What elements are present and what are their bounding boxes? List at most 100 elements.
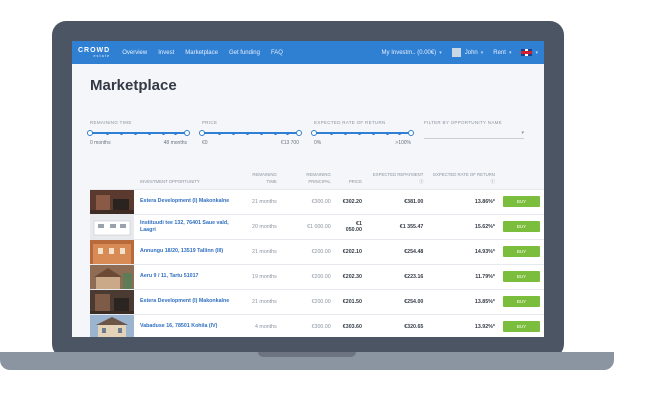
property-thumbnail[interactable] [90, 288, 136, 314]
language-menu[interactable]: ▾ [521, 49, 538, 56]
remaining-principal: €200.00 [280, 238, 335, 264]
slider-max-handle[interactable] [408, 130, 414, 136]
opportunity-name[interactable]: Instituudi tee 132, 76401 Saue vald, Laa… [136, 213, 238, 239]
expected-return: 13.92%* [427, 313, 499, 337]
property-thumbnail[interactable] [90, 188, 136, 214]
slider-track [90, 132, 187, 134]
expected-return: 15.62%* [427, 213, 499, 239]
price: €1 050.00 [334, 213, 366, 239]
laptop-screen: CROWD estate Overview Invest Marketplace… [72, 41, 544, 337]
slider-tick [246, 131, 249, 135]
action-cell: BUY [498, 263, 544, 289]
range-max: 48 months [163, 140, 187, 146]
slider-track [314, 132, 411, 134]
range-max: €13 700 [280, 140, 299, 146]
slider-tick [260, 131, 263, 135]
nav-overview[interactable]: Overview [122, 50, 147, 56]
nav-get-funding[interactable]: Get funding [229, 50, 260, 56]
user-menu[interactable]: John ▾ [451, 48, 484, 57]
logo-subtext: estate [93, 53, 111, 58]
remaining-principal: €200.00 [280, 288, 335, 314]
col-investment-opportunity[interactable]: INVESTMENT OPPORTUNITY [136, 167, 238, 189]
expected-repayment: €320.65 [365, 313, 428, 337]
col-expected-repayment[interactable]: EXPECTED REPAYMENT ⓘ [366, 167, 427, 189]
nav-marketplace[interactable]: Marketplace [185, 50, 218, 56]
col-expected-return[interactable]: EXPECTED RATE OF RETURN ⓘ [427, 167, 499, 189]
investor-menu[interactable]: My Investm.. (0.00€) ▾ [382, 50, 442, 56]
chevron-down-icon: ▾ [535, 49, 538, 56]
slider-tick [372, 131, 375, 135]
opportunity-name[interactable]: Vabaduse 16, 78501 Kohila (IV) [136, 313, 238, 337]
expected-repayment: €381.00 [365, 188, 428, 214]
slider-tick [148, 131, 151, 135]
buy-button[interactable]: BUY [503, 321, 540, 333]
remaining-time: 4 months [238, 313, 281, 337]
opportunity-select[interactable]: ▾ [424, 127, 524, 139]
filter-label: EXPECTED RATE OF RETURN [314, 120, 386, 125]
nav-faq[interactable]: FAQ [271, 50, 283, 56]
laptop-notch [258, 352, 356, 357]
opportunity-name[interactable]: Estera Development (I) Makonkalne [136, 288, 238, 314]
remaining-time: 21 months [238, 288, 281, 314]
expected-return: 13.86%* [427, 188, 499, 214]
chevron-down-icon: ▾ [480, 49, 484, 56]
filter-label: FILTER BY OPPORTUNITY NAME [424, 120, 502, 125]
role-menu[interactable]: Rent ▾ [493, 50, 511, 56]
action-cell: BUY [498, 238, 544, 264]
opportunity-name[interactable]: Annungu 18/20, 13519 Tallinn (III) [136, 238, 238, 264]
slider-tick [398, 131, 401, 135]
action-cell: BUY [498, 213, 544, 239]
role-label: Rent [493, 49, 506, 56]
col-price[interactable]: PRICE [335, 167, 366, 189]
buy-button[interactable]: BUY [503, 271, 540, 282]
slider-tick [344, 131, 347, 135]
slider-min-handle[interactable] [199, 130, 205, 136]
slider-min-handle[interactable] [87, 130, 93, 136]
remaining-time-slider[interactable] [87, 130, 190, 136]
property-thumbnail[interactable] [90, 213, 136, 239]
range-min: €0 [202, 140, 208, 146]
price-filter: PRICE €0 €13 700 [199, 120, 302, 146]
price: €202.30 [334, 263, 366, 289]
chevron-down-icon: ▾ [521, 130, 524, 136]
opportunity-name[interactable]: Aeru 9 / 11, Tartu 51017 [136, 263, 238, 289]
col-remaining-principal[interactable]: REMAINING PRINCIPAL [281, 167, 335, 189]
price: €202.10 [334, 238, 366, 264]
slider-min-handle[interactable] [311, 130, 317, 136]
expected-repayment: €223.16 [365, 263, 428, 289]
range-values: 0 months 48 months [90, 140, 187, 146]
table-row: Aeru 9 / 11, Tartu 51017 19 months €200.… [90, 263, 544, 289]
expected-repayment: €254.00 [365, 288, 428, 314]
slider-max-handle[interactable] [296, 130, 302, 136]
slider-tick [386, 131, 389, 135]
investor-label: My Investm.. (0.00€) [381, 49, 437, 56]
range-max: >100% [395, 140, 411, 146]
buy-button[interactable]: BUY [503, 221, 540, 232]
buy-button[interactable]: BUY [503, 246, 540, 257]
building-photo-icon [90, 289, 134, 314]
range-min: 0% [314, 140, 322, 146]
col-remaining-time[interactable]: REMAINING TIME [238, 167, 281, 189]
table-row: Estera Development (I) Makonkalne 21 mon… [90, 288, 544, 314]
return-filter: EXPECTED RATE OF RETURN 0% >100% [311, 120, 414, 146]
crowdestate-logo[interactable]: CROWD estate [78, 47, 110, 58]
slider-max-handle[interactable] [184, 130, 190, 136]
opportunity-filter: FILTER BY OPPORTUNITY NAME ▾ [424, 120, 524, 139]
property-thumbnail[interactable] [90, 313, 136, 337]
filters-bar: REMAINING TIME 0 months 48 months PRICE … [72, 108, 544, 158]
expected-repayment: €254.48 [365, 238, 428, 264]
uk-flag-icon [521, 49, 533, 56]
nav-invest[interactable]: Invest [158, 50, 174, 56]
buy-button[interactable]: BUY [503, 196, 540, 207]
col-image [90, 167, 136, 189]
price-slider[interactable] [199, 130, 302, 136]
property-thumbnail[interactable] [90, 238, 136, 264]
laptop-mockup: CROWD estate Overview Invest Marketplace… [0, 0, 654, 414]
opportunity-name[interactable]: Estera Development (I) Makonkalne [136, 188, 238, 214]
buy-button[interactable]: BUY [503, 296, 540, 307]
slider-tick [286, 131, 289, 135]
return-slider[interactable] [311, 130, 414, 136]
remaining-principal: €200.00 [280, 263, 335, 289]
price: €303.60 [334, 313, 366, 337]
property-thumbnail[interactable] [90, 263, 136, 289]
